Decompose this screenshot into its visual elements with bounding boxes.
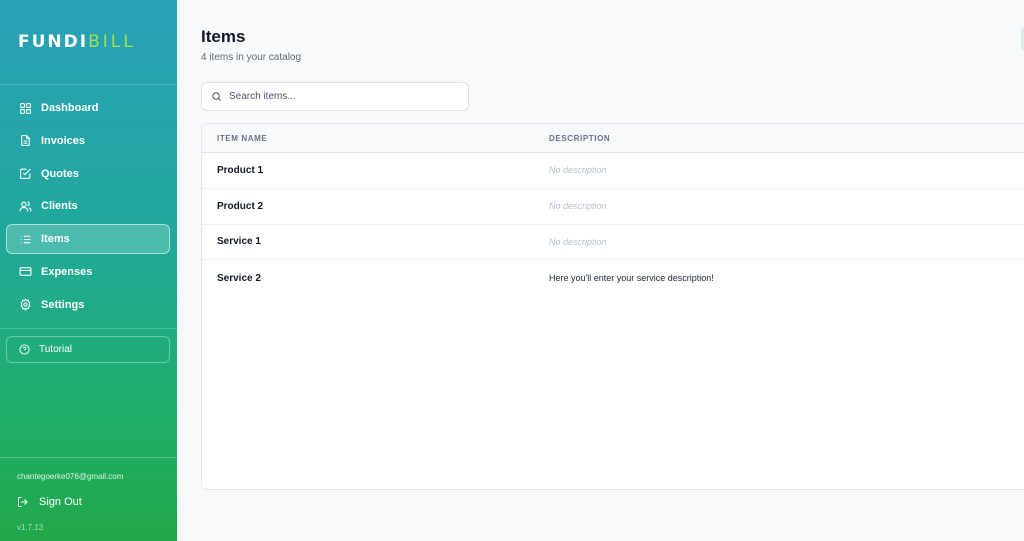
sidebar-item-items[interactable]: Items: [6, 224, 170, 255]
sidebar-divider: [0, 84, 177, 85]
brand-logo[interactable]: FUNDIBILL: [18, 32, 136, 52]
help-circle-icon: [19, 344, 30, 355]
gear-icon: [20, 298, 31, 312]
sign-out-button[interactable]: Sign Out: [17, 496, 82, 508]
search-icon: [212, 92, 221, 101]
sidebar-item-label: Clients: [41, 200, 78, 213]
brand-logo-part2: BILL: [88, 32, 136, 52]
sidebar-item-clients[interactable]: Clients: [6, 191, 170, 221]
brand-logo-part1: FUNDI: [18, 32, 89, 52]
item-description: Here you'll enter your service descripti…: [549, 273, 714, 284]
items-table: ITEM NAME DESCRIPTION Product 1 No descr…: [201, 123, 1024, 490]
users-icon: [19, 201, 32, 212]
sidebar-item-label: Items: [41, 233, 70, 246]
item-name: Product 2: [217, 200, 264, 212]
table-row[interactable]: Product 1 No description: [202, 153, 1024, 189]
logout-icon: [18, 497, 28, 507]
sidebar-divider: [0, 328, 177, 329]
user-email: chantegoerke076@gmail.com: [17, 472, 124, 481]
credit-card-icon: [19, 267, 32, 277]
sidebar-item-label: Dashboard: [41, 102, 99, 114]
search-box: [201, 82, 469, 111]
tutorial-button[interactable]: Tutorial: [6, 336, 170, 363]
table-row[interactable]: Service 2 Here you'll enter your service…: [202, 260, 1024, 296]
list-icon: [20, 235, 31, 243]
column-header-item-name[interactable]: ITEM NAME: [217, 134, 267, 143]
sidebar-item-label: Invoices: [41, 134, 86, 147]
item-name: Service 2: [217, 272, 261, 284]
item-description: No description: [549, 165, 607, 176]
sidebar-item-settings[interactable]: Settings: [6, 290, 170, 320]
document-icon: [21, 135, 30, 147]
app-version: v1.7.13: [17, 523, 44, 532]
page-subtitle: 4 items in your catalog: [201, 52, 302, 63]
sidebar-item-invoices[interactable]: Invoices: [6, 126, 170, 156]
sign-out-label: Sign Out: [39, 496, 82, 508]
sidebar-item-label: Expenses: [41, 265, 93, 278]
sidebar: FUNDIBILL Dashboard Invoices Quotes Clie…: [0, 0, 177, 541]
main-content: Items 4 items in your catalog ITEM NAME …: [177, 0, 1024, 541]
page-title: Items: [201, 27, 246, 46]
item-description: No description: [549, 236, 607, 247]
sidebar-nav: Dashboard Invoices Quotes Clients Items …: [6, 93, 170, 323]
table-row[interactable]: Product 2 No description: [202, 189, 1024, 225]
item-description: No description: [549, 201, 607, 212]
sidebar-item-quotes[interactable]: Quotes: [6, 159, 170, 189]
sidebar-item-dashboard[interactable]: Dashboard: [6, 93, 170, 123]
item-name: Service 1: [217, 236, 261, 248]
search-input[interactable]: [229, 91, 459, 102]
tutorial-label: Tutorial: [39, 344, 72, 355]
item-name: Product 1: [217, 164, 264, 176]
table-header: ITEM NAME DESCRIPTION: [202, 124, 1024, 153]
checkbox-icon: [20, 168, 31, 180]
table-row[interactable]: Service 1 No description: [202, 225, 1024, 261]
column-header-description[interactable]: DESCRIPTION: [549, 134, 610, 143]
sidebar-item-expenses[interactable]: Expenses: [6, 257, 170, 287]
grid-icon: [20, 102, 31, 114]
sidebar-divider: [0, 457, 177, 458]
sidebar-item-label: Quotes: [41, 167, 79, 180]
sidebar-item-label: Settings: [41, 298, 85, 311]
